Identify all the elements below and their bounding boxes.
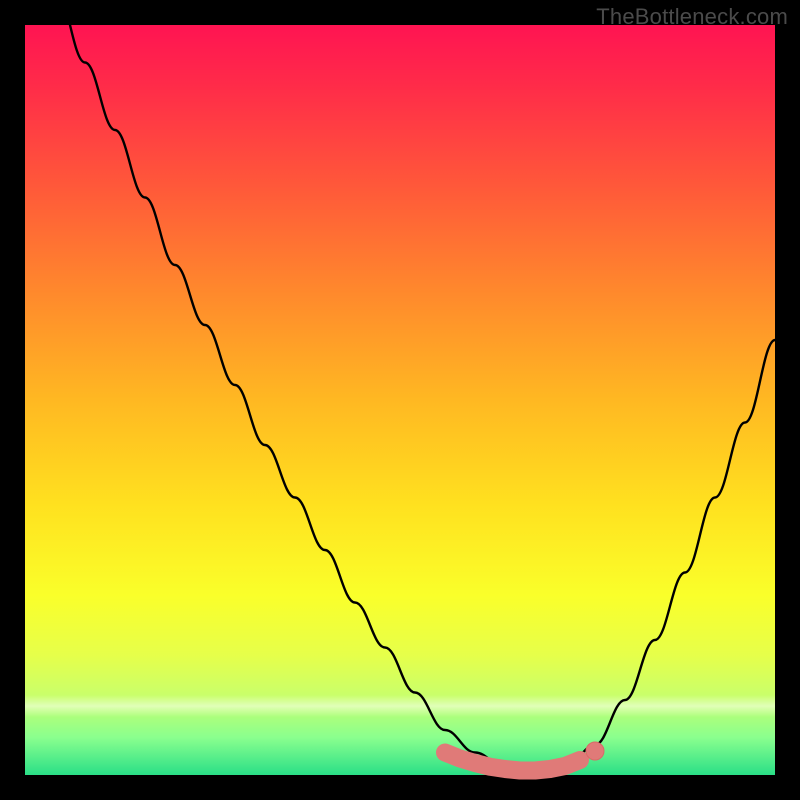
plot-area bbox=[25, 25, 775, 775]
optimal-range-markers bbox=[445, 742, 604, 771]
optimal-range-dot bbox=[586, 742, 604, 760]
optimal-range-segment bbox=[445, 753, 580, 771]
bottleneck-curve bbox=[25, 0, 775, 775]
curve-svg bbox=[25, 25, 775, 775]
chart-frame: TheBottleneck.com bbox=[0, 0, 800, 800]
